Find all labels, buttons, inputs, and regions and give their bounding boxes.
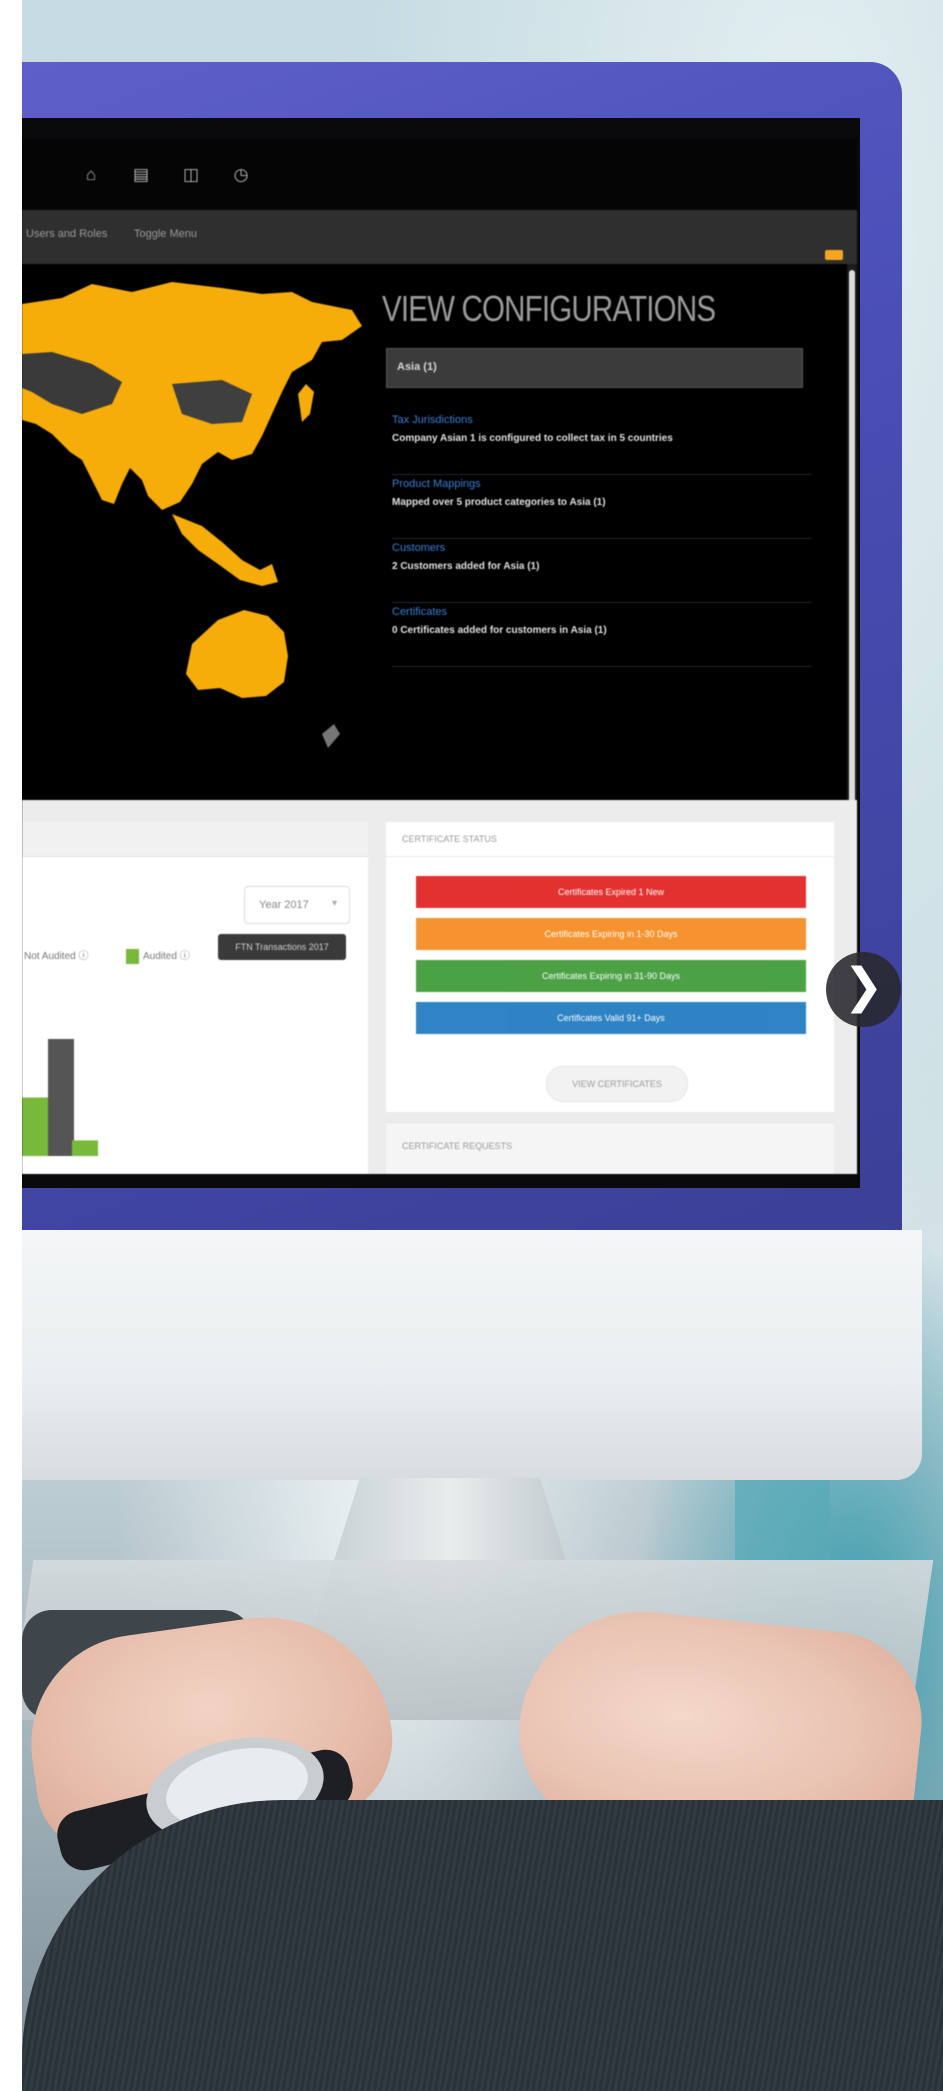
subnav-toggle-menu[interactable]: Toggle Menu bbox=[134, 228, 197, 240]
carousel-next-button[interactable]: ❯ bbox=[826, 952, 901, 1027]
map-region-nz bbox=[322, 724, 340, 748]
subnav-users-roles[interactable]: Users and Roles bbox=[26, 228, 107, 240]
chart-bar[interactable] bbox=[22, 1097, 48, 1157]
monitor-chin bbox=[22, 1230, 922, 1480]
legend-not-audited[interactable]: Not Audited ⓘ bbox=[24, 947, 89, 962]
left-edge-strip bbox=[0, 0, 22, 2091]
certificate-requests-card: CERTIFICATE REQUESTS bbox=[386, 1122, 834, 1174]
config-text-tax: Company Asian 1 is configured to collect… bbox=[392, 433, 673, 444]
legend-label: Audited bbox=[143, 951, 177, 962]
legend-label: Not Audited bbox=[24, 951, 76, 962]
chevron-right-icon: ❯ bbox=[843, 960, 884, 1013]
cert-bar-label: Certificates Valid 91+ Days bbox=[557, 1013, 665, 1023]
config-link-certificates[interactable]: Certificates bbox=[392, 606, 812, 618]
config-item: Customers 2 Customers added for Asia (1) bbox=[392, 542, 812, 603]
certificate-status-card: CERTIFICATE STATUS Certificates Expired … bbox=[386, 822, 834, 1112]
config-link-products[interactable]: Product Mappings bbox=[392, 478, 812, 490]
cert-bar-label: Certificates Expiring in 31-90 Days bbox=[541, 971, 681, 981]
cert-bar-expiring-30[interactable]: Certificates Expiring in 1-30 Days bbox=[416, 918, 806, 950]
config-text-certificates: 0 Certificates added for customers in As… bbox=[392, 625, 607, 636]
shirt-sleeve bbox=[22, 1800, 943, 2091]
period-select[interactable]: Year 2017 ▾ bbox=[244, 886, 350, 924]
period-select-value: Year 2017 bbox=[259, 899, 309, 911]
audit-card-header bbox=[22, 822, 368, 857]
map-region-japan bbox=[298, 384, 314, 422]
config-text-products: Mapped over 5 product categories to Asia… bbox=[392, 497, 606, 508]
page-title: VIEW CONFIGURATIONS bbox=[382, 288, 716, 329]
scrollbar[interactable] bbox=[847, 264, 857, 864]
view-certificates-button[interactable]: VIEW CERTIFICATES bbox=[546, 1066, 688, 1102]
certificate-status-header: CERTIFICATE STATUS bbox=[386, 822, 834, 857]
dashboard-lower: Year 2017 ▾ Not Audited ⓘ Audited ⓘ FTN … bbox=[22, 800, 857, 1174]
certificate-requests-header: CERTIFICATE REQUESTS bbox=[402, 1141, 513, 1151]
map-region-sea bbox=[172, 514, 278, 586]
audit-bar-chart bbox=[22, 1039, 98, 1157]
scrollbar-thumb[interactable] bbox=[849, 270, 855, 830]
map-region-australia bbox=[186, 610, 288, 698]
cert-bar-label: Certificates Expiring in 1-30 Days bbox=[544, 929, 678, 939]
config-item: Product Mappings Mapped over 5 product c… bbox=[392, 478, 812, 539]
chart-bar[interactable] bbox=[48, 1039, 74, 1156]
transactions-pill[interactable]: FTN Transactions 2017 bbox=[218, 934, 346, 960]
chevron-down-icon: ▾ bbox=[331, 898, 337, 909]
config-link-tax[interactable]: Tax Jurisdictions bbox=[392, 414, 812, 426]
document-icon[interactable]: ▤ bbox=[130, 164, 152, 186]
config-item: Tax Jurisdictions Company Asian 1 is con… bbox=[392, 414, 812, 475]
cert-bar-valid[interactable]: Certificates Valid 91+ Days bbox=[416, 1002, 806, 1034]
cert-bar-expiring-90[interactable]: Certificates Expiring in 31-90 Days bbox=[416, 960, 806, 992]
config-link-customers[interactable]: Customers bbox=[392, 542, 812, 554]
chat-icon[interactable]: ◫ bbox=[180, 164, 202, 186]
asia-map-graphic bbox=[22, 282, 362, 748]
legend-swatch bbox=[126, 948, 139, 964]
user-menu[interactable] bbox=[733, 156, 825, 190]
legend-audited[interactable]: Audited ⓘ bbox=[126, 947, 190, 964]
cert-bar-expired[interactable]: Certificates Expired 1 New bbox=[416, 876, 806, 908]
region-select-value: Asia (1) bbox=[397, 361, 437, 373]
clock-icon[interactable]: ◷ bbox=[230, 164, 252, 186]
app-topbar: ⌂ ▤ ◫ ◷ bbox=[22, 138, 857, 210]
config-item: Certificates 0 Certificates added for cu… bbox=[392, 606, 812, 667]
region-select[interactable]: Asia (1) bbox=[386, 348, 803, 388]
sub-navigation: Users and Roles Toggle Menu bbox=[22, 210, 857, 264]
monitor-screen: ⌂ ▤ ◫ ◷ Users and Roles Toggle Menu VIEW… bbox=[22, 138, 857, 1174]
home-icon[interactable]: ⌂ bbox=[80, 164, 102, 186]
cert-bar-label: Certificates Expired 1 New bbox=[557, 887, 665, 897]
chart-bar[interactable] bbox=[72, 1140, 98, 1156]
config-text-customers: 2 Customers added for Asia (1) bbox=[392, 561, 540, 572]
alert-badge[interactable] bbox=[825, 250, 843, 260]
audit-card: Year 2017 ▾ Not Audited ⓘ Audited ⓘ FTN … bbox=[22, 822, 368, 1174]
